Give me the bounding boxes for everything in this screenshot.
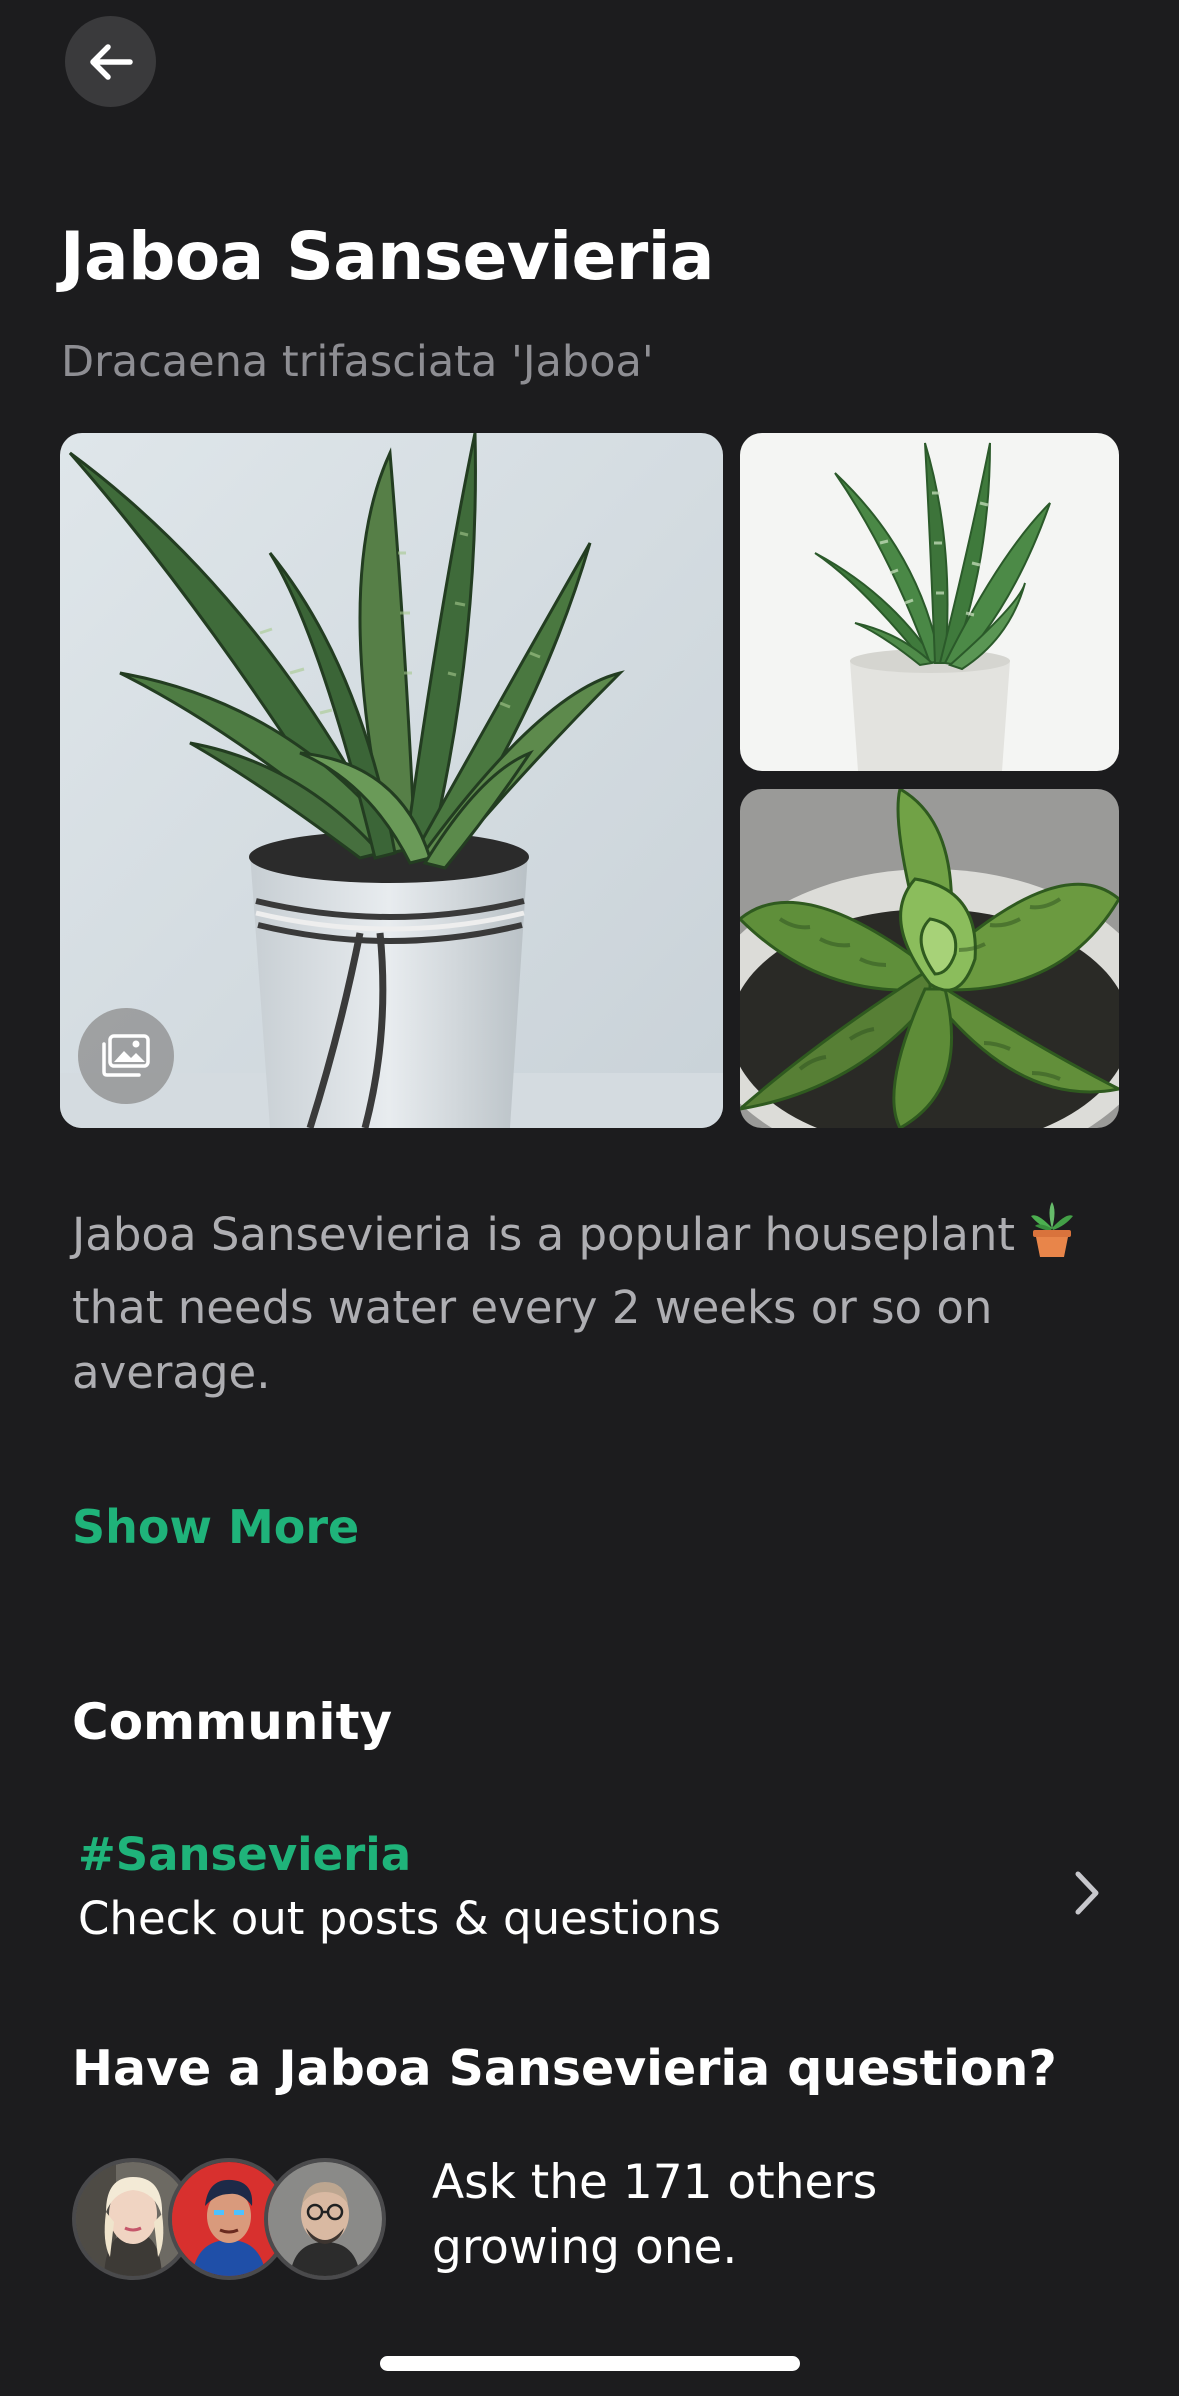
gallery-button[interactable]	[78, 1008, 174, 1104]
community-subtitle: Check out posts & questions	[78, 1892, 721, 1945]
description-text: Jaboa Sansevieria is a popular houseplan…	[72, 1208, 1016, 1261]
arrow-left-icon	[89, 43, 133, 80]
community-avatars[interactable]	[72, 2158, 392, 2280]
chevron-right-icon	[1075, 1871, 1099, 1915]
ask-community-text[interactable]: Ask the 171 others growing one.	[432, 2150, 952, 2280]
avatar	[264, 2158, 386, 2280]
plant-description: Jaboa Sansevieria is a popular houseplan…	[72, 1202, 1112, 1405]
community-heading: Community	[72, 1693, 393, 1751]
show-more-button[interactable]: Show More	[72, 1500, 359, 1554]
gallery-icon	[102, 1034, 150, 1077]
potted-plant-icon	[1027, 1202, 1077, 1275]
description-text-cont: that needs water every 2 weeks or so on …	[72, 1281, 993, 1399]
question-heading: Have a Jaboa Sansevieria question?	[72, 2040, 1057, 2097]
back-button[interactable]	[65, 16, 156, 107]
home-indicator	[380, 2356, 800, 2371]
plant-photo-secondary[interactable]	[740, 433, 1119, 771]
plant-photo-main[interactable]	[60, 433, 723, 1128]
plant-name: Jaboa Sansevieria	[60, 218, 714, 295]
plant-photo-closeup[interactable]	[740, 789, 1119, 1128]
plant-detail-screen: Jaboa Sansevieria Dracaena trifasciata '…	[0, 0, 1179, 2396]
scientific-name: Dracaena trifasciata 'Jaboa'	[61, 337, 654, 387]
community-link[interactable]: #Sansevieria Check out posts & questions	[60, 1820, 1120, 1970]
community-tag: #Sansevieria	[78, 1828, 412, 1881]
